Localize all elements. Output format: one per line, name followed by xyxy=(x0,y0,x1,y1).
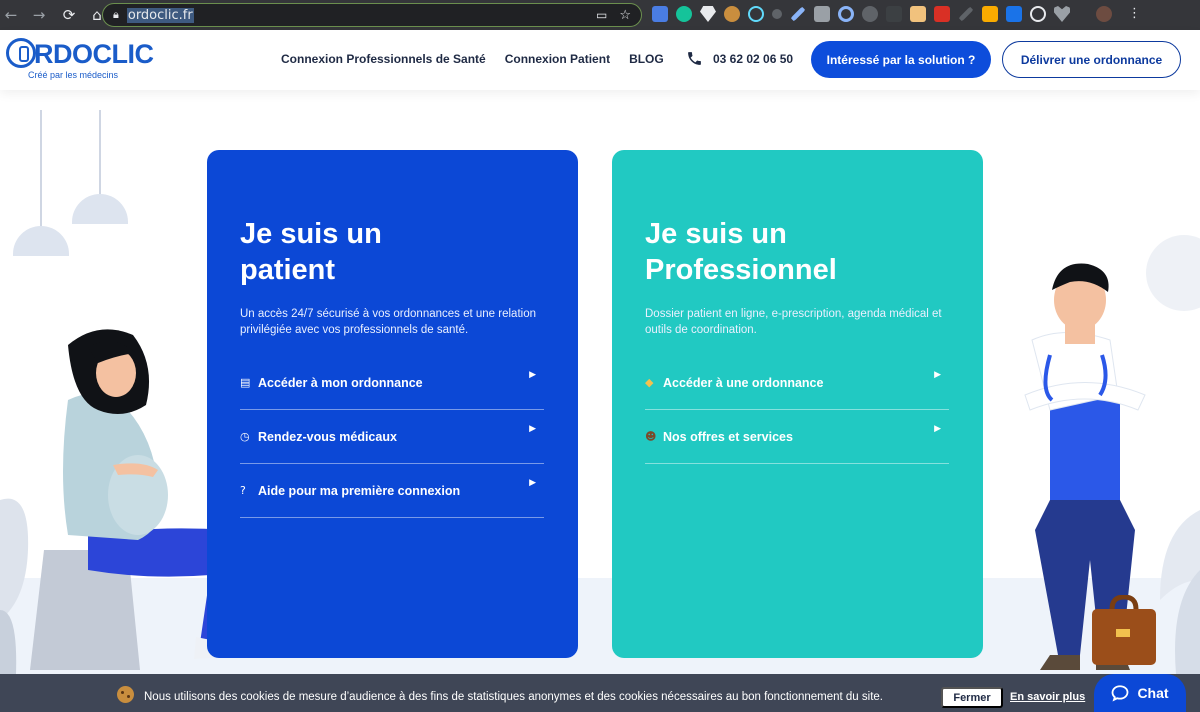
lock-icon: 🔒︎ xyxy=(113,8,119,21)
document-icon: ▤ xyxy=(240,376,251,389)
profile-avatar-icon[interactable] xyxy=(1096,6,1112,22)
patient-title-line1: Je suis un xyxy=(240,218,382,250)
question-icon: ? xyxy=(240,484,246,497)
url-text: ordoclic.fr xyxy=(126,7,194,23)
m-extension-icon[interactable] xyxy=(982,6,998,22)
professional-title-line2: Professionnel xyxy=(645,254,837,286)
forward-icon[interactable]: → xyxy=(28,4,50,26)
professional-link-prescription[interactable]: ◆ Accéder à une ordonnance ▶ xyxy=(645,356,949,410)
cast-icon[interactable]: ▭ xyxy=(596,8,607,23)
patient-links: ▤ Accéder à mon ordonnance ▶ ◷ Rendez-vo… xyxy=(240,356,544,518)
extensions-bar: ⋮ xyxy=(652,6,1141,22)
phone-icon xyxy=(688,52,701,65)
menu-kebab-icon[interactable]: ⋮ xyxy=(1128,6,1141,22)
logo-name: RDOCLIC xyxy=(34,39,154,69)
professional-links: ◆ Accéder à une ordonnance ▶ ☻ Nos offre… xyxy=(645,356,949,464)
patient-link-appointments[interactable]: ◷ Rendez-vous médicaux ▶ xyxy=(240,410,544,464)
patient-card: Je suis un patient Un accès 24/7 sécuris… xyxy=(207,150,578,658)
chevron-right-icon: ▶ xyxy=(934,424,941,434)
site-header: RDOCLIC Créé par les médecins Connexion … xyxy=(0,30,1200,90)
lamp-cord xyxy=(40,110,42,228)
patient-card-description: Un accès 24/7 sécurisé à vos ordonnances… xyxy=(240,308,536,336)
cookie-learn-more-link[interactable]: En savoir plus xyxy=(1010,691,1085,703)
cookie-close-button[interactable]: Fermer xyxy=(941,687,1003,708)
professional-link-offers[interactable]: ☻ Nos offres et services ▶ xyxy=(645,410,949,464)
nav-blog[interactable]: BLOG xyxy=(629,52,664,66)
back-icon[interactable]: ← xyxy=(0,4,22,26)
interested-button[interactable]: Intéressé par la solution ? xyxy=(811,41,991,78)
nav-patient-login[interactable]: Connexion Patient xyxy=(505,52,610,66)
chevron-right-icon: ▶ xyxy=(934,370,941,380)
chat-label: Chat xyxy=(1137,685,1169,701)
chevron-right-icon: ▶ xyxy=(529,424,536,434)
facebook-extension-icon[interactable] xyxy=(814,6,830,22)
cookie-extension-icon[interactable] xyxy=(724,6,740,22)
lamp-illustration xyxy=(72,194,128,224)
pen-extension-icon[interactable] xyxy=(790,6,806,22)
patient-link-label: Accéder à mon ordonnance xyxy=(258,375,423,390)
grammarly-extension-icon[interactable] xyxy=(676,6,692,22)
red-extension-icon[interactable] xyxy=(934,6,950,22)
bookmark-star-icon[interactable]: ☆ xyxy=(619,8,631,23)
gem-extension-icon[interactable] xyxy=(700,6,716,22)
translate-extension-icon[interactable] xyxy=(652,6,668,22)
reload-icon[interactable]: ⟳ xyxy=(58,4,80,26)
professional-title-line1: Je suis un xyxy=(645,218,787,250)
gear-extension-icon[interactable] xyxy=(862,6,878,22)
logo-tagline: Créé par les médecins xyxy=(28,70,119,80)
professional-link-label: Accéder à une ordonnance xyxy=(663,375,824,390)
chat-bubble-icon xyxy=(1112,685,1129,702)
patient-link-prescription[interactable]: ▤ Accéder à mon ordonnance ▶ xyxy=(240,356,544,410)
heart-extension-icon[interactable] xyxy=(1054,6,1070,22)
pill-icon: ◆ xyxy=(645,376,654,389)
dots-extension-icon[interactable] xyxy=(772,9,782,19)
brush-extension-icon[interactable] xyxy=(958,6,974,22)
cookie-icon xyxy=(117,686,134,703)
phone-contact[interactable]: 03 62 02 06 50 xyxy=(686,50,793,67)
target-extension-icon[interactable] xyxy=(1030,6,1046,22)
face-extension-icon[interactable] xyxy=(910,6,926,22)
cookie-text: Nous utilisons des cookies de mesure d’a… xyxy=(144,691,883,703)
briefcase-illustration xyxy=(1092,595,1156,665)
address-bar[interactable]: 🔒︎ ordoclic.fr ▭ ☆ xyxy=(102,3,642,27)
professional-card-description: Dossier patient en ligne, e-prescription… xyxy=(645,308,942,336)
nav-professional-login[interactable]: Connexion Professionnels de Santé xyxy=(281,52,486,66)
lamp-illustration xyxy=(13,226,69,256)
lamp-cord xyxy=(99,110,101,196)
patient-card-title: Je suis un patient xyxy=(240,216,382,288)
patient-link-first-login-help[interactable]: ? Aide pour ma première connexion ▶ xyxy=(240,464,544,518)
logo-hand-icon xyxy=(6,38,36,68)
main-nav: Connexion Professionnels de Santé Connex… xyxy=(281,52,664,66)
clock-icon: ◷ xyxy=(240,430,250,443)
patient-link-label: Aide pour ma première connexion xyxy=(258,483,461,498)
tiki-extension-icon[interactable] xyxy=(1006,6,1022,22)
circle-extension-icon[interactable] xyxy=(838,6,854,22)
doctor-icon: ☻ xyxy=(645,430,657,443)
patient-title-line2: patient xyxy=(240,254,336,286)
chevron-right-icon: ▶ xyxy=(529,478,536,488)
chevron-right-icon: ▶ xyxy=(529,370,536,380)
phone-number: 03 62 02 06 50 xyxy=(713,51,794,66)
professional-card-title: Je suis un Professionnel xyxy=(645,216,837,288)
professional-card: Je suis un Professionnel Dossier patient… xyxy=(612,150,983,658)
cc-extension-icon[interactable] xyxy=(886,6,902,22)
chat-button[interactable]: Chat xyxy=(1094,674,1186,712)
professional-link-label: Nos offres et services xyxy=(663,429,793,444)
patient-link-label: Rendez-vous médicaux xyxy=(258,429,397,444)
hero-section: Je suis un patient Un accès 24/7 sécuris… xyxy=(0,90,1200,674)
react-extension-icon[interactable] xyxy=(748,6,764,22)
cookie-banner: Nous utilisons des cookies de mesure d’a… xyxy=(0,674,1200,712)
browser-toolbar: ← → ⟳ ⌂ 🔒︎ ordoclic.fr ▭ ☆ ⋮ xyxy=(0,0,1200,30)
deliver-prescription-button[interactable]: Délivrer une ordonnance xyxy=(1002,41,1181,78)
